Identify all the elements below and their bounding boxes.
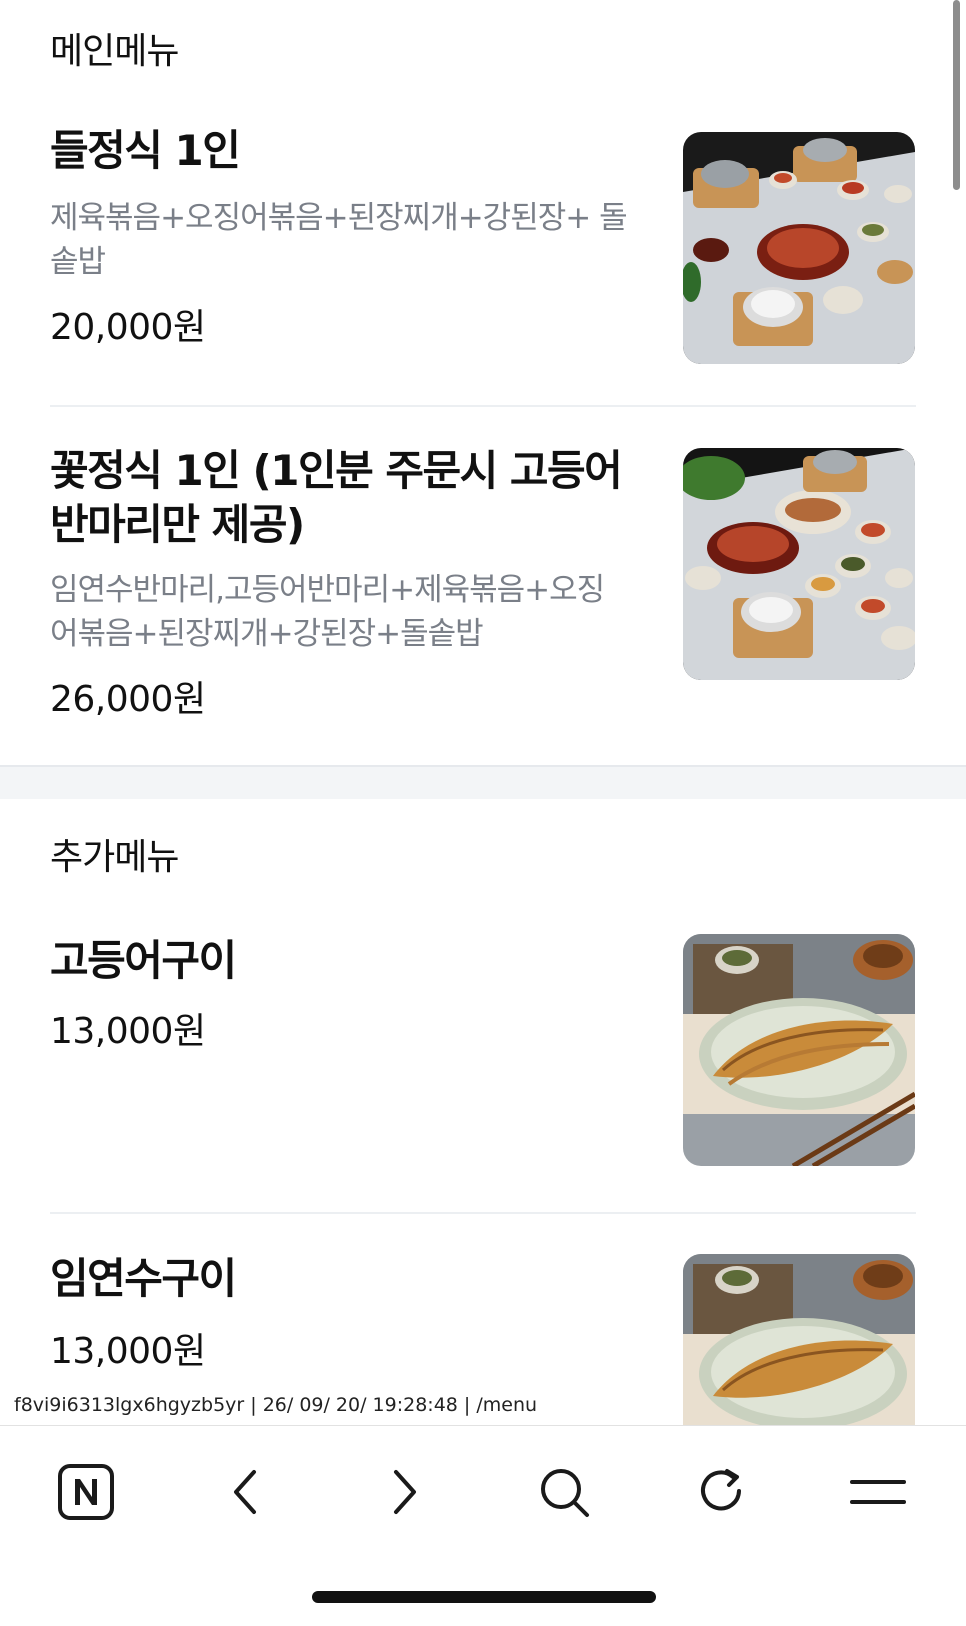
menu-item-price: 13,000원 xyxy=(50,1011,206,1052)
menu-item-photo xyxy=(683,132,915,364)
menu-item-name: 임연수구이 xyxy=(50,1254,237,1303)
section-title-main: 메인메뉴 xyxy=(50,31,179,72)
menu-button[interactable] xyxy=(838,1454,918,1534)
naver-home-icon xyxy=(57,1463,115,1525)
menu-icon xyxy=(850,1472,906,1516)
url-overlay-text: f8vi9i6313lgx6hgyzb5yr | 26/ 09/ 20/ 19:… xyxy=(10,1394,542,1416)
menu-item[interactable]: 들정식 1인 제육볶음+오징어볶음+된장찌개+강된장+ 돌솥밥 20,000원 xyxy=(0,110,966,400)
refresh-icon xyxy=(695,1465,749,1523)
refresh-button[interactable] xyxy=(682,1454,762,1534)
menu-item-photo xyxy=(683,448,915,680)
section-separator xyxy=(0,765,966,799)
back-arrow-icon xyxy=(226,1466,266,1522)
scrollbar[interactable] xyxy=(953,0,960,190)
menu-item-price: 20,000원 xyxy=(50,307,206,348)
back-button[interactable] xyxy=(206,1454,286,1534)
divider xyxy=(50,1212,916,1214)
menu-item-price: 26,000원 xyxy=(50,679,206,720)
forward-arrow-icon xyxy=(384,1466,424,1522)
divider xyxy=(50,405,916,407)
menu-item-photo xyxy=(683,1254,915,1425)
menu-item-name: 들정식 1인 xyxy=(50,126,241,175)
menu-item-description: 제육볶음+오징어볶음+된장찌개+강된장+ 돌솥밥 xyxy=(50,200,628,280)
menu-item[interactable]: 꽃정식 1인 (1인분 주문시 고등어반마리만 제공) 임연수반마리,고등어반마… xyxy=(0,430,966,730)
menu-item[interactable]: 고등어구이 13,000원 xyxy=(0,912,966,1202)
menu-item-price: 13,000원 xyxy=(50,1331,206,1372)
naver-home-button[interactable] xyxy=(46,1454,126,1534)
forward-button[interactable] xyxy=(364,1454,444,1534)
menu-item-name: 고등어구이 xyxy=(50,936,237,985)
menu-item-description: 임연수반마리,고등어반마리+제육볶음+오징어볶음+된장찌개+강된장+돌솥밥 xyxy=(50,572,605,652)
search-icon xyxy=(537,1465,591,1523)
menu-item-name: 꽃정식 1인 (1인분 주문시 고등어반마리만 제공) xyxy=(50,446,623,549)
section-title-extra: 추가메뉴 xyxy=(50,837,179,878)
home-indicator[interactable] xyxy=(312,1591,656,1603)
menu-page: 메인메뉴 들정식 1인 제육볶음+오징어볶음+된장찌개+강된장+ 돌솥밥 20,… xyxy=(0,0,966,1425)
search-button[interactable] xyxy=(524,1454,604,1534)
menu-item-photo xyxy=(683,934,915,1166)
